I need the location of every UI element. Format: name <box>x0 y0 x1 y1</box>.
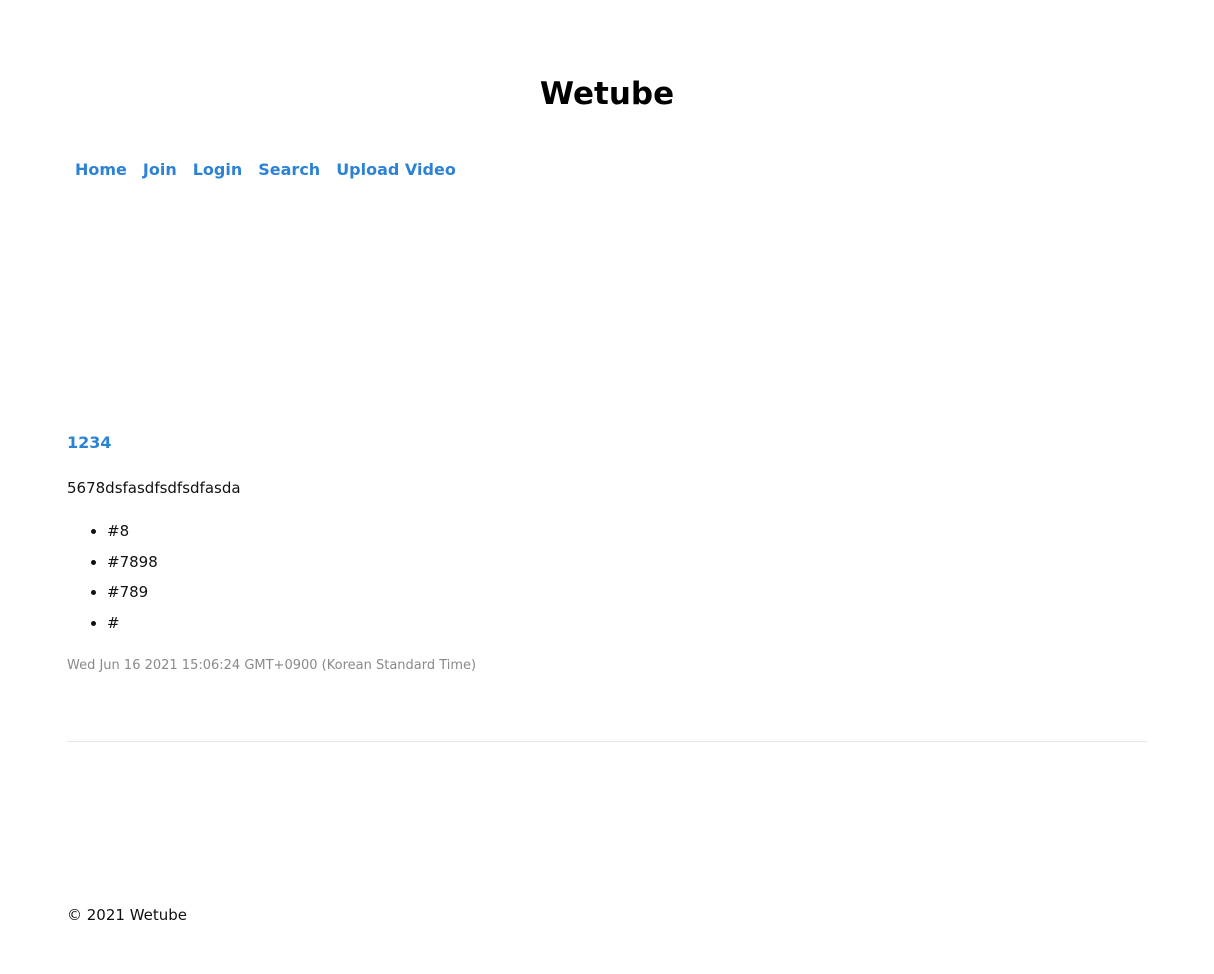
nav-item-login: Login <box>193 159 243 181</box>
hashtag-item: # <box>107 612 158 634</box>
video-description: 5678dsfasdfsdfsdfasda <box>67 479 241 497</box>
content-divider <box>67 741 1147 742</box>
video-created-at: Wed Jun 16 2021 15:06:24 GMT+0900 (Korea… <box>67 658 477 673</box>
hashtag-item: #8 <box>107 520 158 542</box>
hashtag-item: #789 <box>107 581 158 603</box>
nav-item-search: Search <box>258 159 320 181</box>
nav-item-upload-video: Upload Video <box>336 159 456 181</box>
nav-link-upload-video[interactable]: Upload Video <box>336 160 456 179</box>
site-title: Wetube <box>539 76 675 112</box>
site-footer: © 2021 Wetube <box>67 906 188 924</box>
page: Wetube Home Join Login Search Upload Vid… <box>0 0 1214 974</box>
video-title-link[interactable]: 1234 <box>67 432 112 454</box>
nav-item-home: Home <box>75 159 127 181</box>
hashtag-item: #7898 <box>107 551 158 573</box>
nav-link-search[interactable]: Search <box>258 160 320 179</box>
hashtag-list: #8 #7898 #789 # <box>67 520 158 642</box>
nav-link-login[interactable]: Login <box>193 160 243 179</box>
nav-link-join[interactable]: Join <box>143 160 177 179</box>
main-nav: Home Join Login Search Upload Video <box>75 159 456 181</box>
nav-item-join: Join <box>143 159 177 181</box>
nav-link-home[interactable]: Home <box>75 160 127 179</box>
